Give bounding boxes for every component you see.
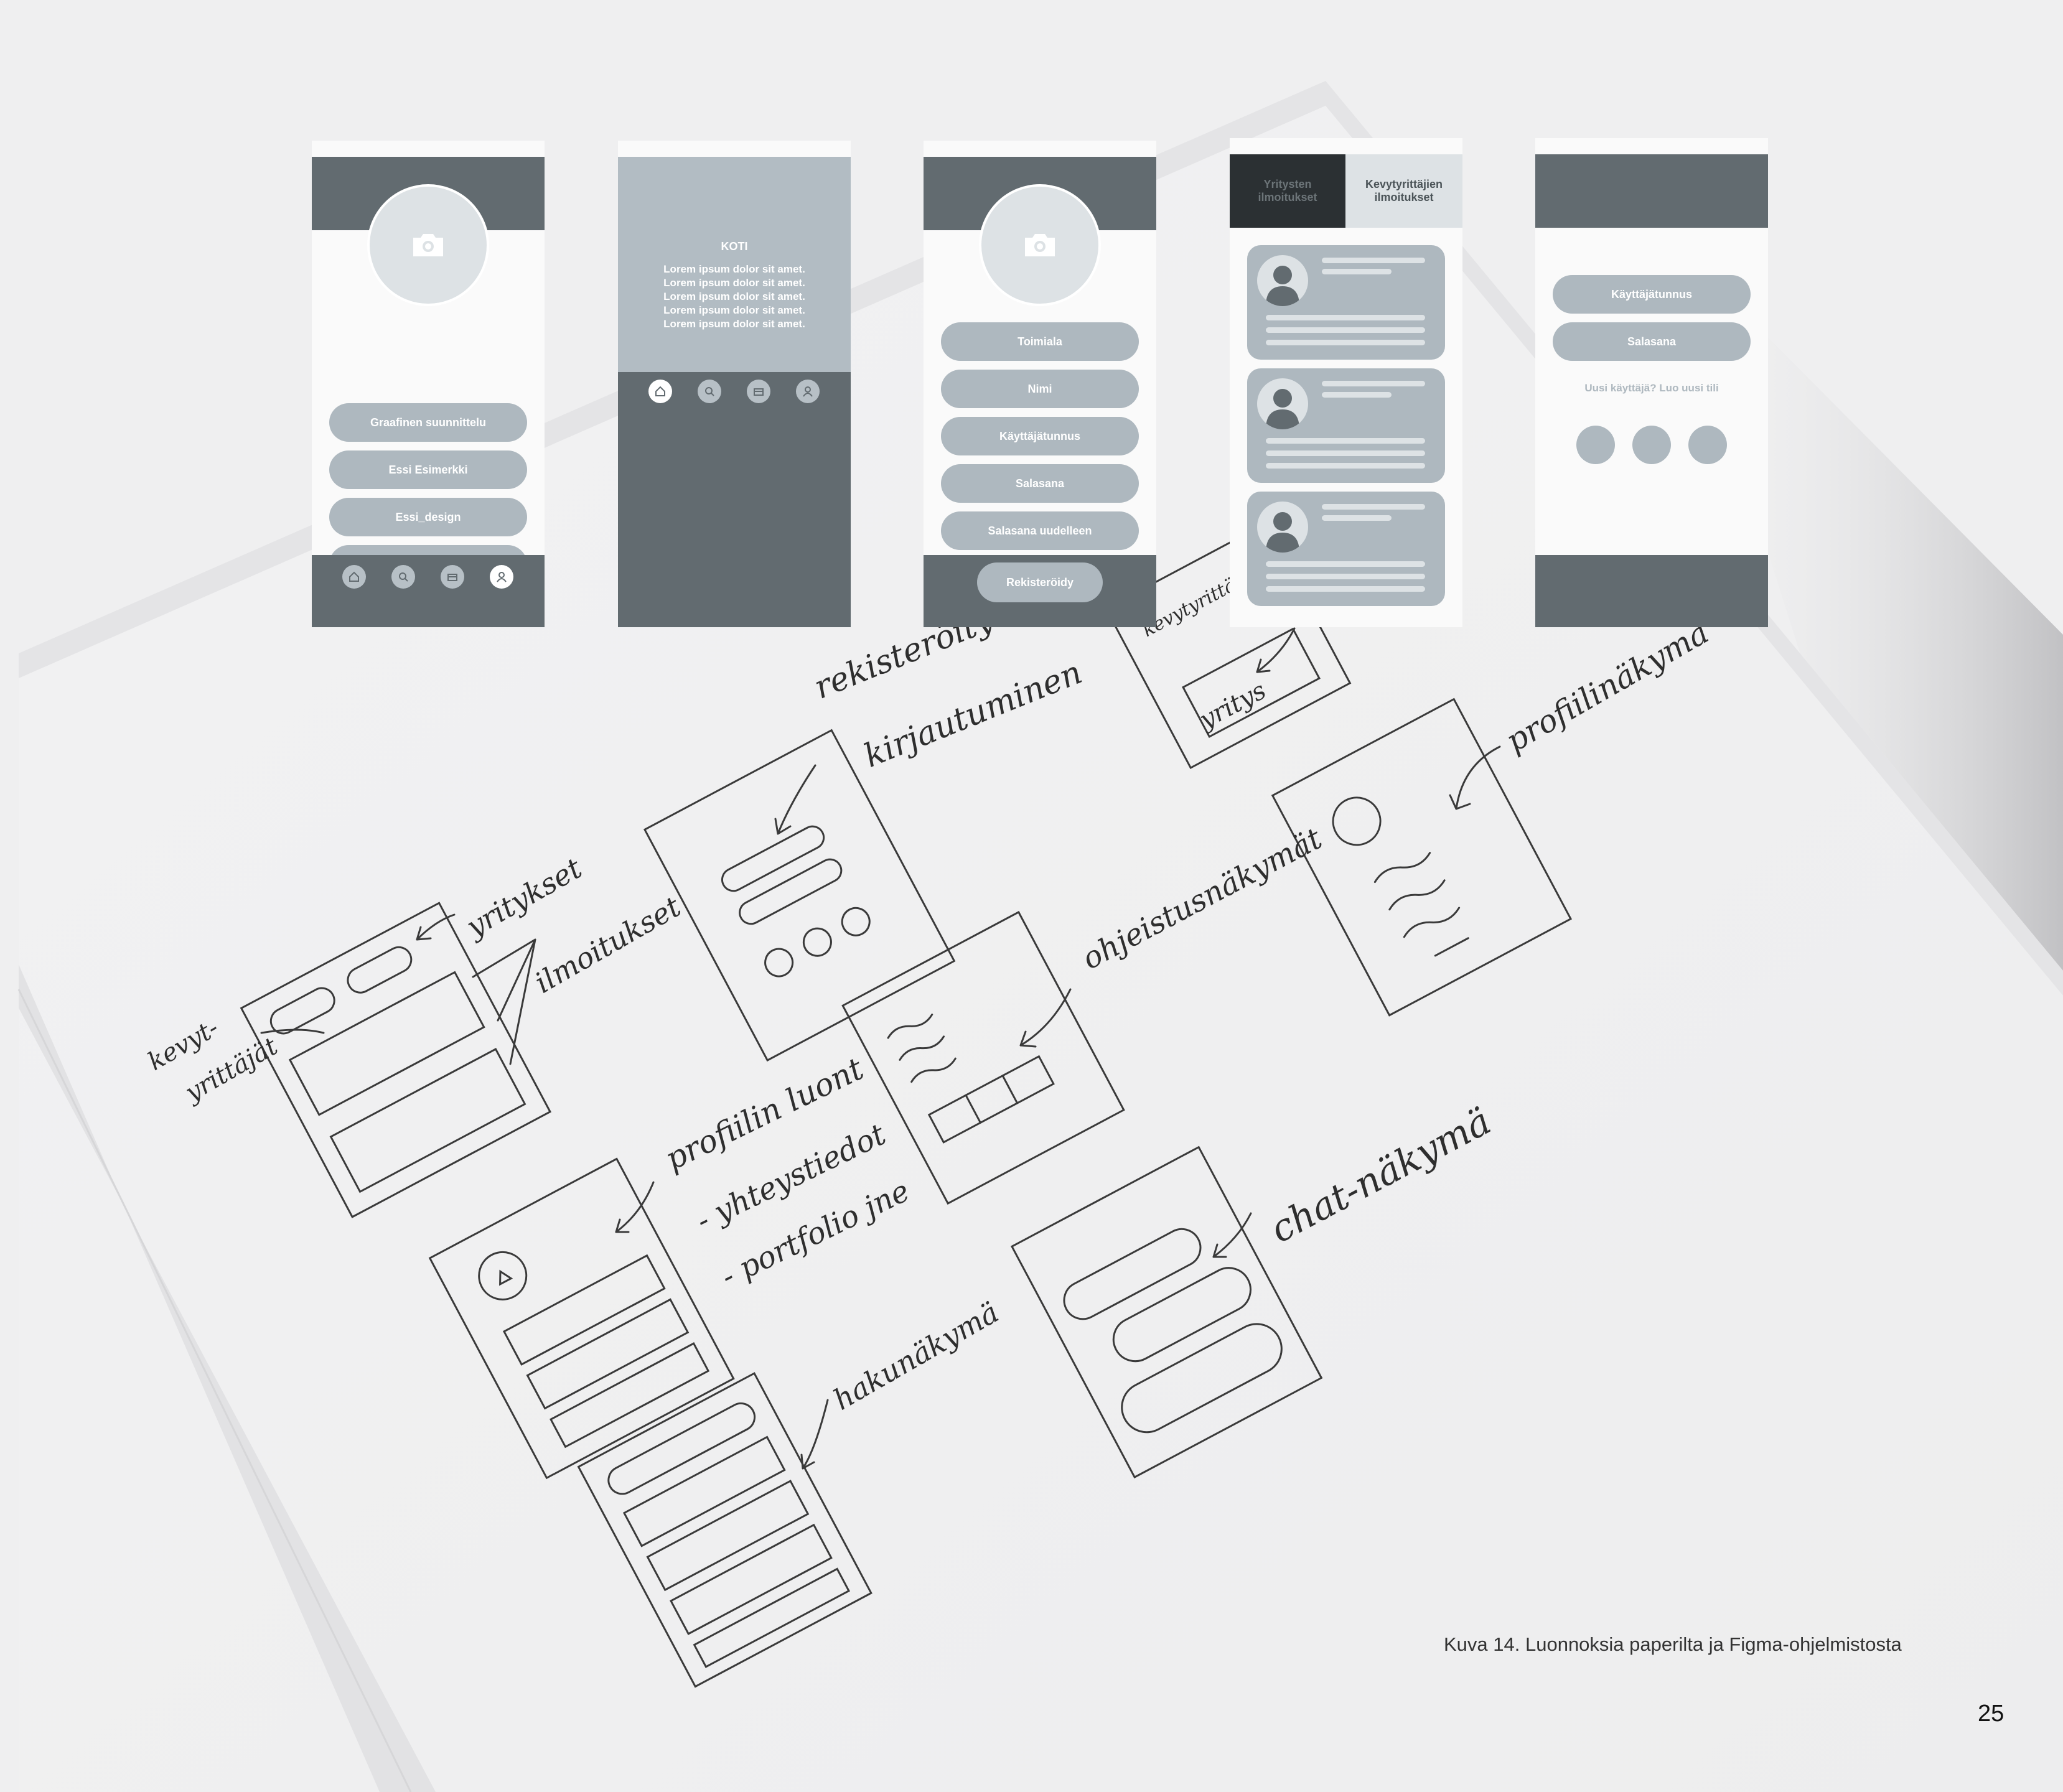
tab-label: Yritysten (1263, 178, 1312, 190)
avatar[interactable] (367, 184, 489, 306)
tab-label: Kevytyrittäjien (1365, 178, 1443, 190)
home-icon[interactable] (648, 380, 672, 403)
briefcase-icon[interactable] (747, 380, 770, 403)
wireframe-listings: Yritysten ilmoitukset Kevytyrittäjien ilmo… (1230, 138, 1462, 627)
label-chat-view: chat-näkymä (1263, 1099, 1498, 1252)
lorem-line: Lorem ipsum dolor sit amet. (663, 263, 805, 275)
search-icon[interactable] (698, 380, 721, 403)
top-nav (618, 380, 851, 404)
label-search-view: hakunäkymä (828, 1295, 1004, 1417)
label-profile-view: profiilinäkymä (1500, 614, 1715, 760)
field-username[interactable]: Käyttäjätunnus (941, 417, 1139, 455)
social-login-icon[interactable] (1576, 426, 1615, 464)
tab-label: ilmoitukset (1374, 191, 1434, 203)
wireframe-home: KOTI Lorem ipsum dolor sit amet. Lorem i… (618, 141, 851, 627)
tab-freelancer-listings[interactable]: Kevytyrittäjien ilmoitukset (1345, 154, 1462, 228)
field-industry[interactable]: Toimiala (941, 322, 1139, 361)
lorem-line: Lorem ipsum dolor sit amet. (663, 304, 805, 316)
social-login-icon[interactable] (1688, 426, 1727, 464)
field-password[interactable]: Salasana (941, 464, 1139, 503)
lorem-line: Lorem ipsum dolor sit amet. (663, 277, 805, 289)
user-avatar-icon (1257, 378, 1308, 429)
label-listings: ilmoitukset (529, 889, 686, 1000)
user-icon[interactable] (796, 380, 820, 403)
camera-icon (413, 234, 443, 256)
wireframe-login: Käyttäjätunnus Salasana Uusi käyttäjä? L… (1535, 138, 1768, 627)
avatar[interactable] (979, 184, 1101, 306)
field-name[interactable]: Nimi (941, 370, 1139, 408)
field-username[interactable]: Essi_design (329, 498, 527, 536)
label-company: yritys (1195, 676, 1271, 735)
label-companies: yritykset (461, 851, 587, 944)
user-avatar-icon (1257, 502, 1308, 553)
content-area (618, 372, 851, 627)
password-field[interactable]: Salasana (1553, 322, 1751, 361)
user-avatar-icon (1257, 255, 1308, 306)
create-account-link[interactable]: Uusi käyttäjä? Luo uusi tili (1535, 382, 1768, 394)
lorem-line: Lorem ipsum dolor sit amet. (663, 318, 805, 330)
header-bar (1535, 154, 1768, 228)
field-password-repeat[interactable]: Salasana uudelleen (941, 511, 1139, 550)
field-profession[interactable]: Graafinen suunnittelu (329, 403, 527, 442)
page-title: KOTI (721, 240, 748, 253)
page-number: 25 (1978, 1701, 2005, 1727)
wireframe-profile: Graafinen suunnittelu Essi Esimerkki Ess… (312, 141, 545, 627)
listing-card[interactable] (1247, 245, 1445, 360)
social-login-icon[interactable] (1632, 426, 1671, 464)
bottom-bar: Rekisteröidy (924, 555, 1156, 627)
label-instructions: ohjeistusnäkymät (1077, 821, 1328, 977)
camera-icon (1025, 234, 1055, 256)
register-button[interactable]: Rekisteröidy (977, 562, 1103, 602)
tab-company-listings[interactable]: Yritysten ilmoitukset (1230, 154, 1345, 228)
search-icon[interactable] (391, 565, 415, 589)
lorem-line: Lorem ipsum dolor sit amet. (663, 291, 805, 302)
tab-label: ilmoitukset (1258, 191, 1317, 203)
bottom-bar (1535, 555, 1768, 627)
bottom-nav (312, 555, 545, 627)
hero-text: Lorem ipsum dolor sit amet. Lorem ipsum … (618, 263, 851, 331)
figure-caption: Kuva 14. Luonnoksia paperilta ja Figma-o… (1444, 1633, 1902, 1655)
briefcase-icon[interactable] (441, 565, 464, 589)
username-field[interactable]: Käyttäjätunnus (1553, 275, 1751, 314)
listing-card[interactable] (1247, 492, 1445, 606)
wireframe-registration: Toimiala Nimi Käyttäjätunnus Salasana Sa… (924, 141, 1156, 627)
field-name[interactable]: Essi Esimerkki (329, 450, 527, 489)
listing-card[interactable] (1247, 368, 1445, 483)
user-icon[interactable] (490, 565, 513, 589)
home-icon[interactable] (342, 565, 366, 589)
